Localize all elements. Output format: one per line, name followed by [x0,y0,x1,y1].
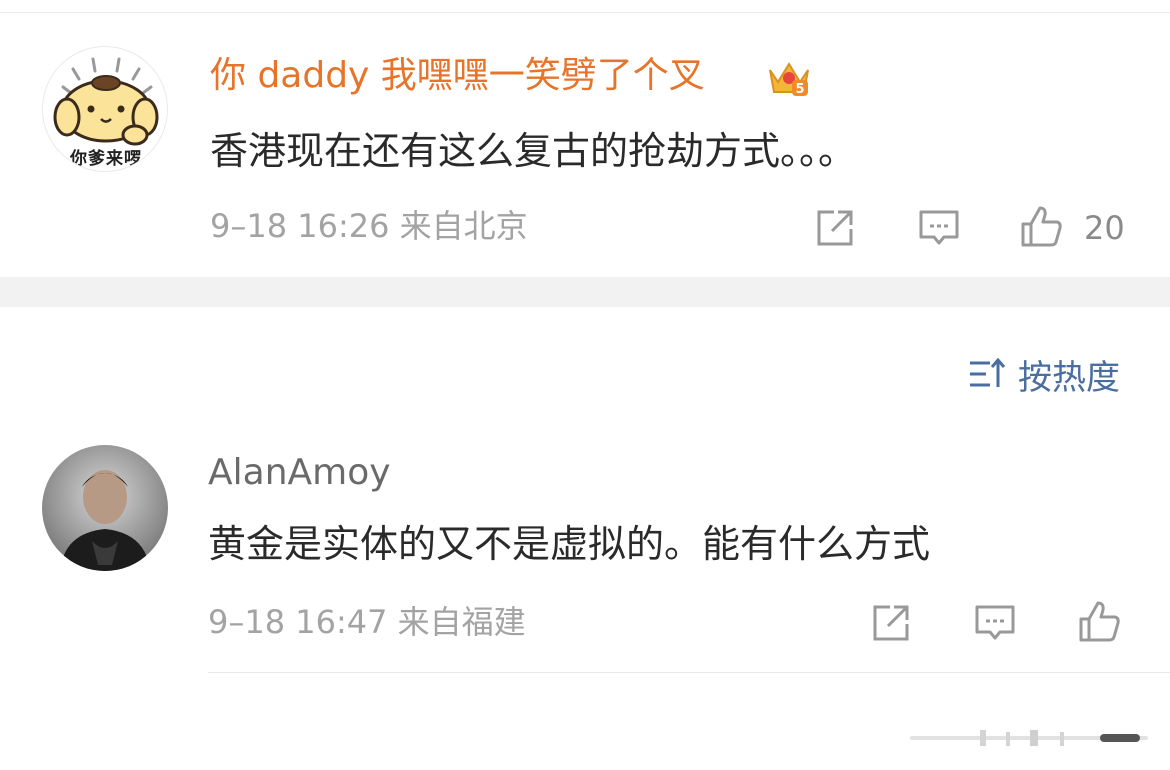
share-icon[interactable] [812,205,858,251]
comment-text: 香港现在还有这么复古的抢劫方式。。。 [210,129,857,173]
sort-by-hot-button[interactable]: 按热度 [968,352,1120,398]
top-divider [0,12,1170,13]
share-icon[interactable] [868,600,914,646]
sort-icon [968,355,1006,393]
comment-meta: 9–18 16:47 来自福建 [208,603,526,641]
row-divider [208,672,1170,673]
sort-label: 按热度 [1018,357,1120,398]
watermark-bar [910,730,1148,746]
comment-icon[interactable] [972,600,1018,646]
section-divider [0,277,1170,307]
like-icon[interactable] [1018,203,1064,249]
comment-text: 黄金是实体的又不是虚拟的。能有什么方式 [208,522,931,566]
svg-text:5: 5 [795,82,804,97]
comment-username[interactable]: 你 daddy 我嘿嘿一笑劈了个叉 [210,54,705,98]
comment-username[interactable]: AlanAmoy [208,451,391,495]
user-photo-icon [42,445,168,571]
like-count: 20 [1084,209,1125,247]
avatar-caption: 你爹来啰 [70,149,142,169]
comment-meta: 9–18 16:26 来自北京 [210,207,528,245]
avatar[interactable] [42,445,168,571]
like-icon[interactable] [1076,598,1122,644]
crown-badge-icon: 5 [766,56,812,100]
avatar[interactable]: 你爹来啰 [42,46,168,172]
comment-icon[interactable] [916,205,962,251]
